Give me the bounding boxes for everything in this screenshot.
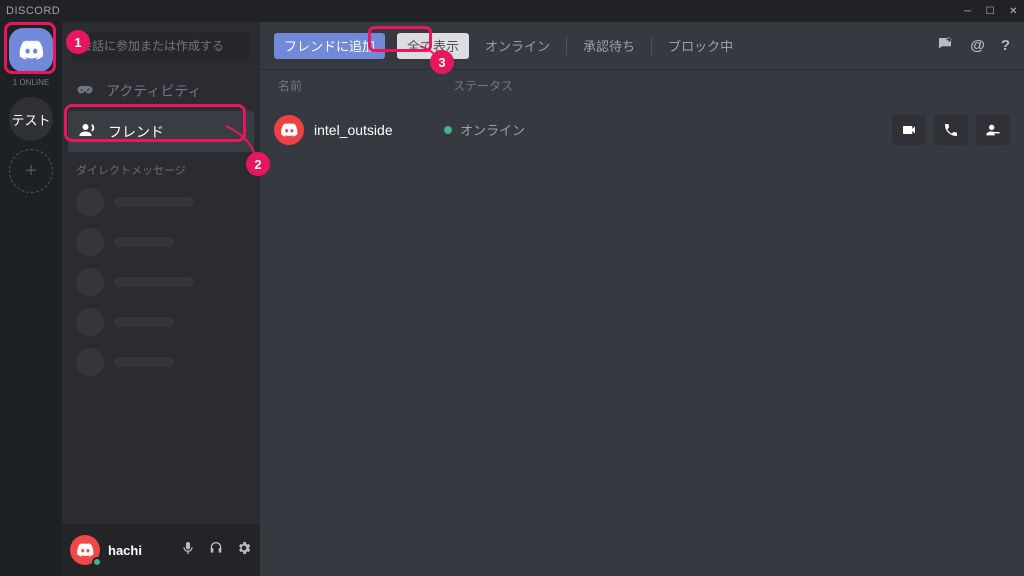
- friend-row[interactable]: intel_outside オンライン: [260, 102, 1024, 158]
- server-test[interactable]: テスト: [9, 97, 53, 141]
- person-wave-icon: [78, 121, 96, 142]
- online-dot-icon: [444, 126, 452, 134]
- divider: [566, 37, 567, 55]
- dm-placeholder: [62, 222, 260, 262]
- friends-tab[interactable]: フレンド: [68, 111, 254, 152]
- user-panel: hachi: [62, 524, 260, 576]
- channels-panel: アクティビティ フレンド ダイレクトメッセージ hachi: [62, 22, 260, 576]
- search-input[interactable]: [72, 32, 250, 60]
- voice-call-button[interactable]: [934, 115, 968, 145]
- tab-blocked[interactable]: ブロック中: [664, 36, 737, 55]
- annotation-badge-2: 2: [246, 152, 270, 176]
- friend-status: オンライン: [444, 120, 525, 139]
- col-name: 名前: [278, 77, 453, 94]
- maximize-button[interactable]: ☐: [986, 6, 995, 17]
- annotation-badge-3: 3: [430, 50, 454, 74]
- main-content: フレンドに追加 全て表示 オンライン 承認待ち ブロック中 @ ? 名前 ステー…: [260, 22, 1024, 576]
- avatar[interactable]: [70, 535, 100, 565]
- window-controls: ─ ☐ ✕: [964, 6, 1018, 17]
- close-button[interactable]: ✕: [1009, 6, 1018, 17]
- discord-logo-icon: [280, 121, 298, 139]
- dm-placeholder: [62, 182, 260, 222]
- annotation-badge-1: 1: [66, 30, 90, 54]
- settings-button[interactable]: [236, 540, 252, 561]
- dm-placeholder: [62, 302, 260, 342]
- tab-online[interactable]: オンライン: [481, 36, 554, 55]
- divider: [651, 37, 652, 55]
- activity-tab[interactable]: アクティビティ: [62, 70, 260, 111]
- mute-button[interactable]: [180, 540, 196, 561]
- friend-name: intel_outside: [314, 122, 444, 138]
- username: hachi: [108, 543, 142, 558]
- home-online-count: 1 ONLINE: [13, 78, 49, 87]
- remove-friend-button[interactable]: [976, 115, 1010, 145]
- dm-placeholder: [62, 342, 260, 382]
- friend-avatar: [274, 115, 304, 145]
- dm-header: ダイレクトメッセージ: [62, 152, 260, 182]
- column-headers: 名前 ステータス: [260, 70, 1024, 102]
- user-controls: [180, 540, 252, 561]
- presence-online-icon: [92, 557, 102, 567]
- quick-switcher: [62, 22, 260, 70]
- deafen-button[interactable]: [208, 540, 224, 561]
- video-call-button[interactable]: [892, 115, 926, 145]
- col-status: ステータス: [453, 77, 1006, 94]
- help-button[interactable]: ?: [1001, 37, 1010, 54]
- title-bar: DISCORD ─ ☐ ✕: [0, 0, 1024, 22]
- discord-logo-icon: [18, 37, 44, 63]
- server-rail: 1 ONLINE テスト +: [0, 22, 62, 576]
- friends-topbar: フレンドに追加 全て表示 オンライン 承認待ち ブロック中 @ ?: [260, 22, 1024, 70]
- dm-placeholder: [62, 262, 260, 302]
- discord-logo-icon: [76, 541, 94, 559]
- mentions-button[interactable]: @: [970, 37, 985, 54]
- gamepad-icon: [76, 80, 94, 101]
- new-dm-button[interactable]: [936, 35, 954, 57]
- add-friend-button[interactable]: フレンドに追加: [274, 33, 385, 59]
- add-server-button[interactable]: +: [9, 149, 53, 193]
- activity-label: アクティビティ: [106, 81, 202, 101]
- minimize-button[interactable]: ─: [964, 6, 972, 17]
- home-button[interactable]: [9, 28, 53, 72]
- app-title: DISCORD: [6, 5, 60, 17]
- friends-label: フレンド: [108, 122, 164, 142]
- tab-pending[interactable]: 承認待ち: [579, 36, 639, 55]
